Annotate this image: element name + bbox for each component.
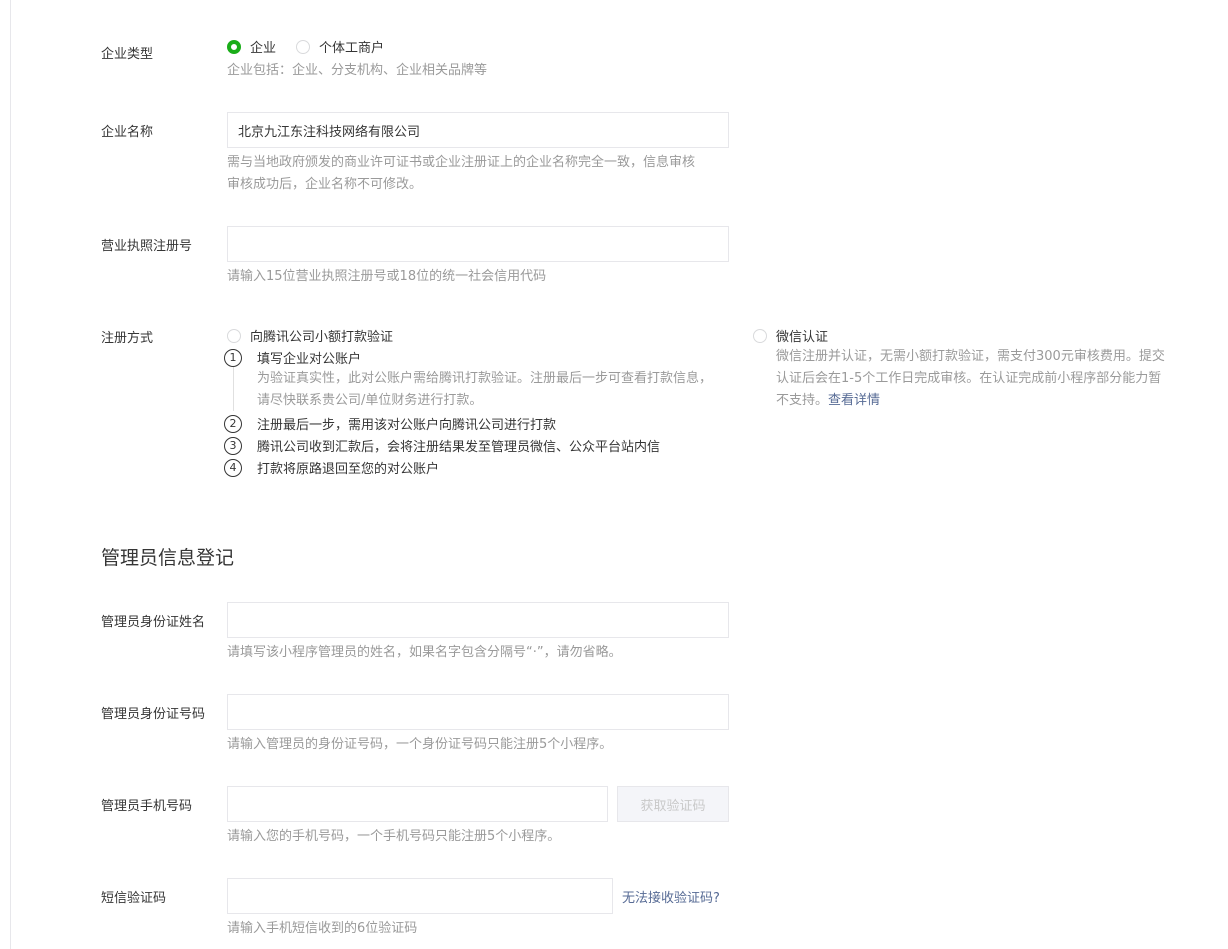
wechat-verify-desc-line2: 认证后会在1-5个工作日完成审核。在认证完成前小程序部分能力暂 xyxy=(776,371,1162,386)
admin-phone-input[interactable] xyxy=(227,786,608,822)
admin-id-tip: 请输入管理员的身份证号码，一个身份证号码只能注册5个小程序。 xyxy=(227,737,613,752)
step-text-2: 注册最后一步，需用该对公账户向腾讯公司进行打款 xyxy=(257,418,557,433)
radio-wechat-verify[interactable]: 微信认证 xyxy=(753,326,828,345)
step-number-2: 2 xyxy=(224,414,242,433)
radio-enterprise[interactable]: 企业 xyxy=(227,37,276,56)
enterprise-name-tip-line2: 审核成功后，企业名称不可修改。 xyxy=(227,177,423,192)
radio-enterprise-label: 企业 xyxy=(250,41,277,56)
license-number-input[interactable] xyxy=(227,226,729,262)
admin-phone-tip: 请输入您的手机号码，一个手机号码只能注册5个小程序。 xyxy=(227,829,561,844)
radio-individual-business[interactable]: 个体工商户 xyxy=(296,37,384,56)
step-number-1: 1 xyxy=(224,348,242,367)
step1-desc-line2: 请尽快联系贵公司/单位财务进行打款。 xyxy=(257,393,483,408)
enterprise-type-label: 企业类型 xyxy=(101,47,154,62)
radio-unchecked-icon xyxy=(227,328,241,343)
radio-unchecked-icon xyxy=(296,39,310,54)
step1-desc-line1: 为验证真实性，此对公账户需给腾讯打款验证。注册最后一步可查看打款信息， xyxy=(257,371,713,386)
radio-unchecked-icon xyxy=(753,328,767,343)
view-details-link[interactable]: 查看详情 xyxy=(828,393,880,408)
cannot-receive-code-link[interactable]: 无法接收验证码? xyxy=(622,887,720,906)
left-divider xyxy=(10,0,11,949)
transfer-step-4: 4 打款将原路退回至您的对公账户 xyxy=(224,458,439,477)
step-text-3: 腾讯公司收到汇款后，会将注册结果发至管理员微信、公众平台站内信 xyxy=(257,440,661,455)
radio-checked-icon xyxy=(227,39,241,54)
radio-wechat-verify-label: 微信认证 xyxy=(776,330,829,345)
transfer-step-2: 2 注册最后一步，需用该对公账户向腾讯公司进行打款 xyxy=(224,414,556,433)
wechat-verify-desc-line3: 不支持。 xyxy=(776,393,829,408)
sms-code-tip: 请输入手机短信收到的6位验证码 xyxy=(227,921,418,936)
step-number-3: 3 xyxy=(224,436,242,455)
transfer-step-1: 1 填写企业对公账户 xyxy=(224,348,361,367)
sms-code-input[interactable] xyxy=(227,878,613,914)
admin-name-label: 管理员身份证姓名 xyxy=(101,615,206,630)
steps-connector-line xyxy=(233,367,234,411)
admin-id-input[interactable] xyxy=(227,694,729,730)
radio-bank-transfer-label: 向腾讯公司小额打款验证 xyxy=(250,330,394,345)
step-text-4: 打款将原路退回至您的对公账户 xyxy=(257,462,440,477)
enterprise-name-label: 企业名称 xyxy=(101,125,154,140)
admin-id-label: 管理员身份证号码 xyxy=(101,707,206,722)
sms-code-label: 短信验证码 xyxy=(101,891,167,906)
register-method-label: 注册方式 xyxy=(101,331,154,346)
step-number-4: 4 xyxy=(224,458,242,477)
license-number-label: 营业执照注册号 xyxy=(101,239,193,254)
get-code-button[interactable]: 获取验证码 xyxy=(617,786,729,822)
license-number-tip: 请输入15位营业执照注册号或18位的统一社会信用代码 xyxy=(227,269,547,284)
radio-individual-business-label: 个体工商户 xyxy=(319,41,385,56)
step-text-1: 填写企业对公账户 xyxy=(257,352,362,367)
registration-form-page: 企业类型 企业 个体工商户 企业包括：企业、分支机构、企业相关品牌等 企业名称 … xyxy=(0,0,1228,949)
wechat-verify-desc-line3-row: 不支持。查看详情 xyxy=(776,390,880,412)
radio-bank-transfer[interactable]: 向腾讯公司小额打款验证 xyxy=(227,326,393,345)
transfer-step-3: 3 腾讯公司收到汇款后，会将注册结果发至管理员微信、公众平台站内信 xyxy=(224,436,660,455)
enterprise-type-tip: 企业包括：企业、分支机构、企业相关品牌等 xyxy=(227,63,488,78)
admin-name-tip: 请填写该小程序管理员的姓名，如果名字包含分隔号“·”，请勿省略。 xyxy=(227,645,622,660)
admin-name-input[interactable] xyxy=(227,602,729,638)
enterprise-name-tip-line1: 需与当地政府颁发的商业许可证书或企业注册证上的企业名称完全一致，信息审核 xyxy=(227,155,696,170)
admin-section-title: 管理员信息登记 xyxy=(101,547,235,569)
enterprise-name-input[interactable] xyxy=(227,112,729,148)
wechat-verify-desc-line1: 微信注册并认证，无需小额打款验证，需支付300元审核费用。提交 xyxy=(776,349,1165,364)
admin-phone-label: 管理员手机号码 xyxy=(101,799,193,814)
